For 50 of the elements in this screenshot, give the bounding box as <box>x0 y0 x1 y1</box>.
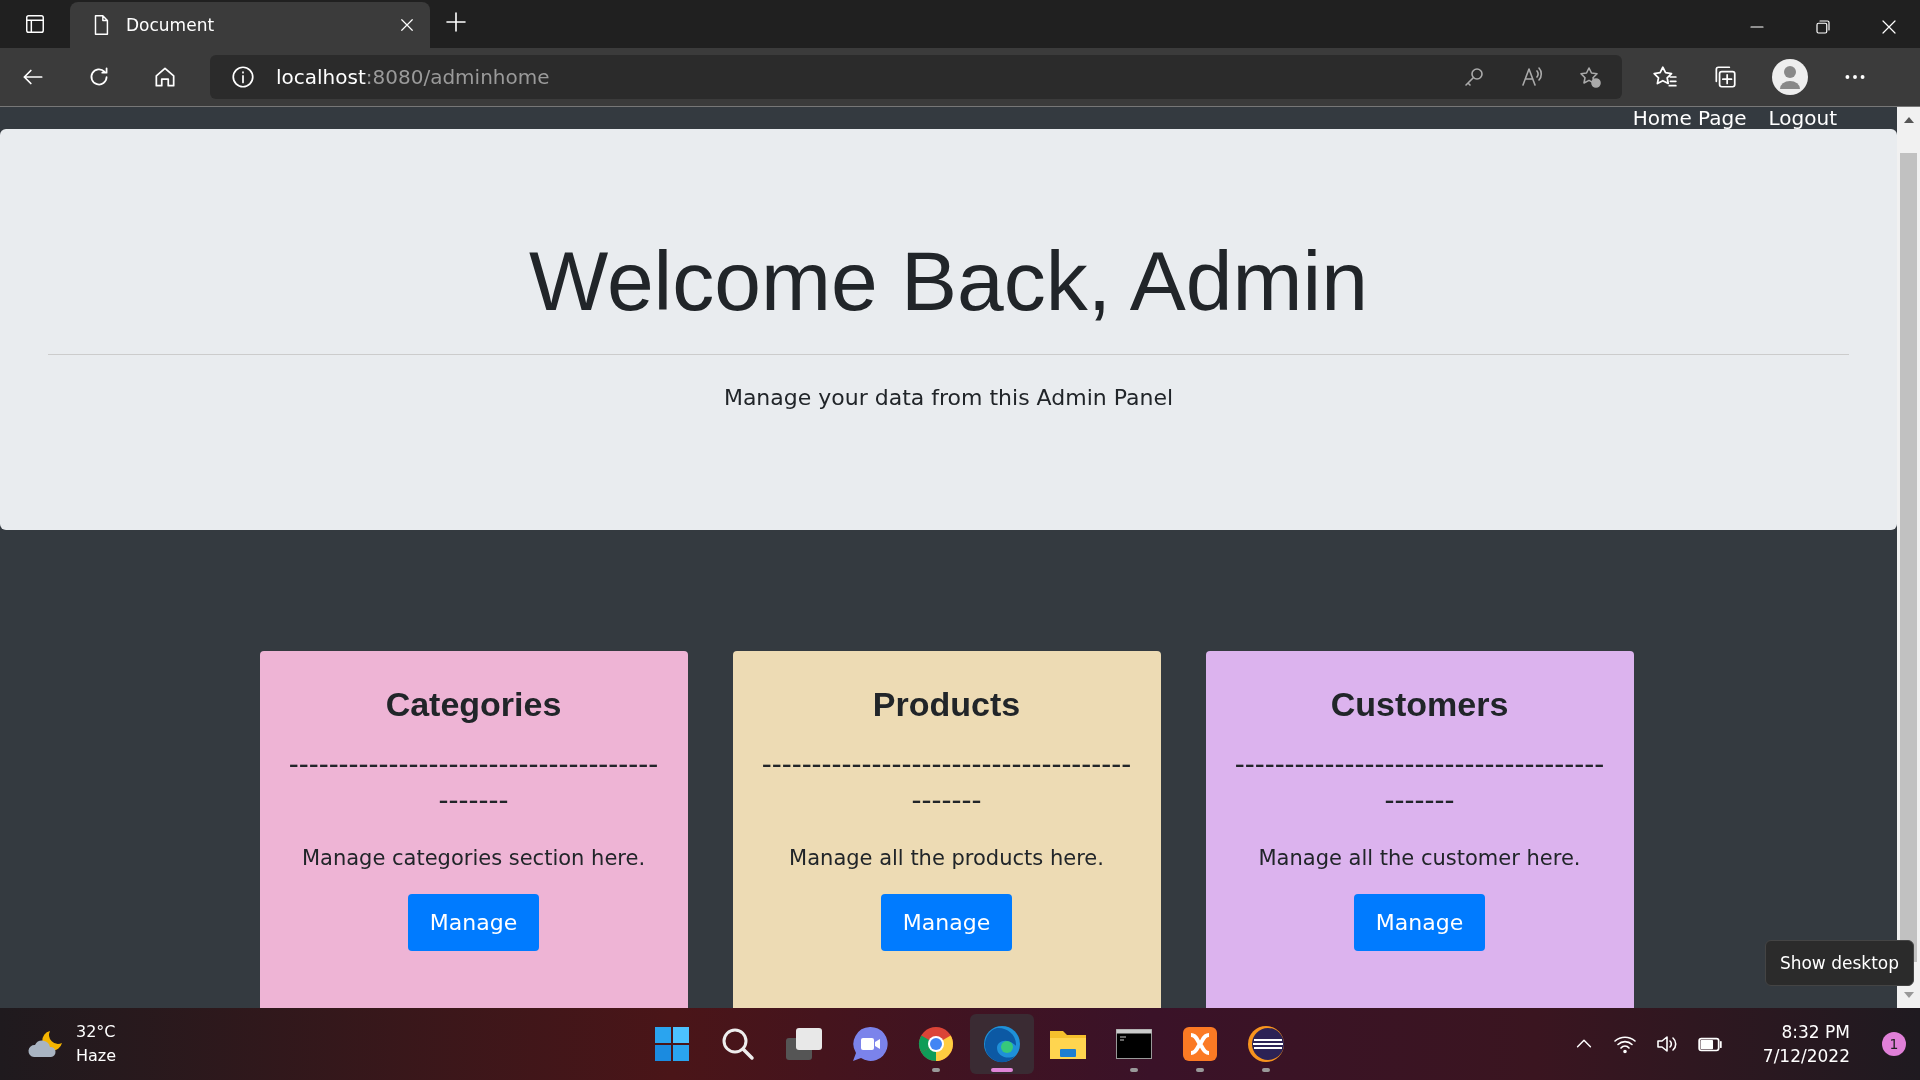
clock-date[interactable]: 7/12/2022 <box>1762 1044 1850 1068</box>
browser-tab[interactable]: Document <box>70 2 430 48</box>
close-icon[interactable] <box>1880 18 1898 36</box>
search-icon[interactable] <box>721 1027 755 1061</box>
running-indicator <box>932 1068 940 1072</box>
restore-icon[interactable] <box>1814 18 1832 36</box>
task-view-icon[interactable] <box>785 1027 823 1061</box>
terminal-icon[interactable] <box>1116 1029 1152 1059</box>
running-indicator <box>1196 1068 1204 1072</box>
card-title: Categories <box>385 685 562 724</box>
manage-button[interactable]: Manage <box>1353 894 1486 951</box>
tooltip: Show desktop <box>1764 940 1914 986</box>
card-description: Manage all the customer here. <box>1258 846 1581 870</box>
notification-badge[interactable]: 1 <box>1882 1032 1906 1056</box>
new-tab-icon[interactable] <box>444 10 468 34</box>
xampp-icon[interactable] <box>1182 1026 1218 1062</box>
manage-button[interactable]: Manage <box>880 894 1013 951</box>
clock-time[interactable]: 8:32 PM <box>1781 1020 1850 1044</box>
dashed-divider-text: -------------------------------------------- <box>760 746 1133 818</box>
card-description: Manage categories section here. <box>301 846 646 870</box>
dashed-divider-text: -------------------------------------------- <box>1233 746 1606 818</box>
profile-avatar[interactable] <box>1772 59 1808 95</box>
welcome-heading: Welcome Back, Admin <box>529 233 1368 330</box>
info-icon[interactable] <box>230 64 256 90</box>
card-title: Customers <box>1330 685 1509 724</box>
tab-actions-icon[interactable] <box>24 13 46 35</box>
eclipse-icon[interactable] <box>1247 1025 1285 1063</box>
add-favorite-icon[interactable] <box>1578 65 1602 89</box>
key-icon[interactable] <box>1462 65 1486 89</box>
banner-subtitle: Manage your data from this Admin Panel <box>723 385 1174 410</box>
collections-icon[interactable] <box>1712 64 1738 90</box>
nav-link[interactable]: Home Page <box>1632 107 1747 129</box>
running-indicator <box>1262 1068 1270 1072</box>
scrollbar[interactable] <box>1897 107 1920 1008</box>
edge-icon[interactable] <box>983 1025 1021 1063</box>
close-icon[interactable] <box>398 16 416 34</box>
running-indicator <box>991 1068 1013 1072</box>
chat-icon[interactable] <box>852 1026 888 1062</box>
card-description: Manage all the products here. <box>789 846 1104 870</box>
temperature[interactable]: 32°C <box>76 1020 117 1044</box>
manage-button[interactable]: Manage <box>407 894 540 951</box>
card-title: Products <box>872 685 1021 724</box>
nav-link[interactable]: Logout <box>1768 107 1837 129</box>
running-indicator <box>1130 1068 1138 1072</box>
favorites-icon[interactable] <box>1652 64 1678 90</box>
read-aloud-icon[interactable] <box>1520 65 1544 89</box>
chrome-icon[interactable] <box>918 1026 954 1062</box>
dashed-divider-text: -------------------------------------------- <box>287 746 660 818</box>
windows-start-icon[interactable] <box>654 1026 690 1062</box>
weather-condition[interactable]: Haze <box>76 1044 117 1068</box>
